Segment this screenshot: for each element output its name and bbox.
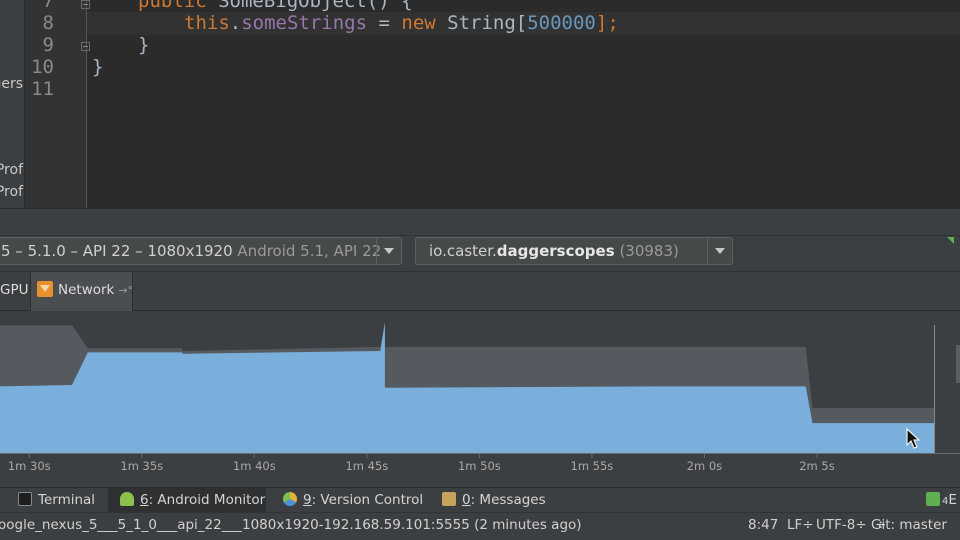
tab-android-monitor-shortcut: 6 (140, 492, 149, 508)
mouse-cursor-icon (906, 428, 921, 449)
process-package-prefix: io.caster. (429, 242, 497, 260)
constructor-signature: SomeBigObject() { (206, 0, 413, 12)
keyword-this: this (184, 12, 230, 34)
x-tick-label: 1m 50s (458, 459, 501, 473)
messages-icon (442, 492, 456, 506)
type-name: String[ (435, 12, 528, 34)
code-editor[interactable]: gers Prof Prof 7 8 9 10 11 public SomeBi… (0, 0, 960, 208)
device-api-detail: Android 5.1, API 22 (237, 242, 382, 260)
network-icon (37, 281, 53, 297)
code-line-7: public SomeBigObject() { (138, 0, 413, 12)
x-axis-ticks: 1m 30s 1m 35s 1m 40s 1m 45s 1m 50s 1m 55s 2m 0… (8, 453, 835, 473)
chevron-down-icon[interactable] (376, 238, 401, 264)
tab-version-control[interactable]: 9: Version Control (283, 488, 423, 512)
code-line-9: } (138, 34, 150, 56)
keyword-public: public (138, 0, 207, 12)
chevron-down-icon[interactable] (707, 238, 732, 264)
file-encoding[interactable]: UTF-8÷ (816, 513, 867, 538)
line-separator[interactable]: LF÷ (787, 513, 814, 538)
corner-indicator-icon (947, 237, 954, 244)
fold-marker-icon[interactable] (81, 0, 90, 9)
tab-messages[interactable]: 0: Messages (442, 488, 546, 512)
line-number: 9 (42, 34, 54, 56)
process-package-name: daggerscopes (496, 242, 615, 260)
tab-network[interactable]: Network →° (31, 272, 133, 311)
x-tick-label: 1m 40s (233, 459, 276, 473)
x-tick-label: 1m 45s (345, 459, 388, 473)
device-dropdown[interactable]: 5 – 5.1.0 – API 22 – 1080x1920 Android 5… (0, 237, 402, 265)
pin-icon[interactable]: →° (118, 284, 133, 297)
memory-chart-panel: 1m 30s 1m 35s 1m 40s 1m 45s 1m 50s 1m 55s 2m 0… (0, 311, 960, 487)
tool-window-bar: Terminal 6: Android Monitor 9: Version C… (0, 487, 960, 512)
x-tick-label: 2m 0s (687, 459, 722, 473)
used-memory-area (0, 322, 934, 453)
memory-chart[interactable]: 1m 30s 1m 35s 1m 40s 1m 45s 1m 50s 1m 55s 2m 0… (0, 311, 960, 487)
dot-operator: . (229, 12, 242, 34)
tab-version-control-label: : Version Control (311, 492, 424, 508)
tab-android-monitor[interactable]: 6: Android Monitor (108, 488, 266, 512)
x-tick-label: 2m 5s (799, 459, 834, 473)
terminal-icon (18, 492, 32, 506)
array-size-literal: 500000 (527, 12, 596, 34)
event-log-icon (926, 492, 940, 506)
status-bar: oogle_nexus_5___5_1_0___api_22___1080x19… (0, 512, 960, 540)
tab-version-control-shortcut: 9 (303, 492, 312, 508)
strip-label-daggers[interactable]: gers (0, 76, 23, 92)
x-tick-label: 1m 35s (120, 459, 163, 473)
tab-messages-label: : Messages (470, 492, 546, 508)
line-number: 11 (31, 78, 54, 100)
caret-position[interactable]: 8:47 (748, 513, 778, 538)
x-tick-label: 1m 30s (8, 459, 51, 473)
statement-end: ]; (595, 12, 619, 34)
version-control-icon (283, 492, 297, 506)
event-log-button[interactable]: 4E (926, 488, 957, 512)
vcs-branch-menu-icon: ÷ (875, 517, 887, 533)
left-tool-strip: gers Prof Prof (0, 0, 25, 208)
keyword-new: new (401, 12, 436, 34)
monitor-tab-row: GPU Network →° (0, 271, 960, 311)
tab-terminal-label: Terminal (38, 492, 96, 508)
strip-label-profile-2[interactable]: Prof (0, 184, 23, 200)
fold-marker-icon[interactable] (81, 42, 90, 51)
event-log-label: E (948, 492, 957, 508)
field-name: someStrings (241, 12, 368, 34)
tab-gpu-label: GPU (0, 282, 29, 298)
code-line-8: this.someStrings = new String[500000]; (184, 12, 619, 34)
tab-messages-shortcut: 0 (462, 492, 471, 508)
tab-terminal[interactable]: Terminal (18, 488, 95, 512)
android-icon (120, 492, 134, 506)
chart-side-handle[interactable] (956, 345, 960, 383)
line-number-gutter: 7 8 9 10 11 (25, 0, 90, 208)
code-line-10: } (92, 56, 104, 78)
strip-label-profile-1[interactable]: Prof (0, 162, 23, 178)
line-number: 8 (42, 12, 54, 34)
line-number: 10 (31, 56, 54, 78)
device-selector-bar: 5 – 5.1.0 – API 22 – 1080x1920 Android 5… (0, 236, 960, 270)
tab-network-label-wrap: Network →° (58, 272, 133, 309)
x-tick-label: 1m 55s (571, 459, 614, 473)
process-pid: (30983) (619, 242, 679, 260)
tab-network-label: Network (58, 282, 115, 298)
line-number: 7 (42, 0, 54, 12)
status-message: oogle_nexus_5___5_1_0___api_22___1080x19… (0, 517, 582, 533)
tab-android-monitor-label: : Android Monitor (148, 492, 266, 508)
panel-splitter[interactable] (0, 208, 960, 236)
assign-operator: = (367, 12, 402, 34)
tab-gpu[interactable]: GPU (0, 272, 31, 311)
device-name: 5 – 5.1.0 – API 22 – 1080x1920 (1, 242, 233, 260)
process-dropdown[interactable]: io.caster.daggerscopes (30983) (415, 237, 733, 265)
